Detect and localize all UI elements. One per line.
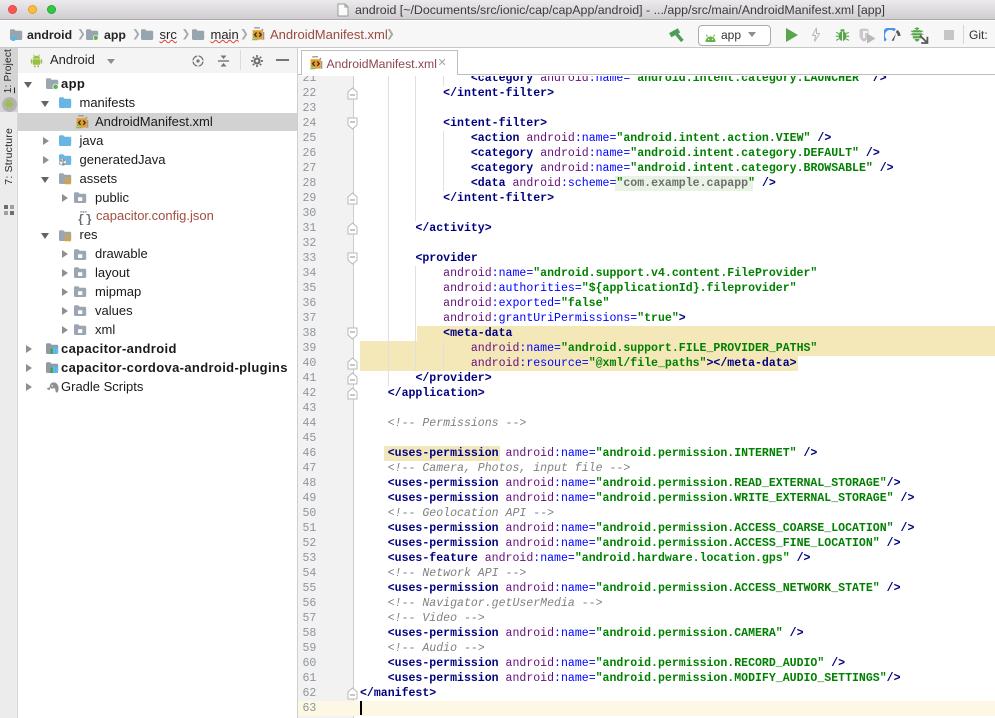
svg-text:{}: {} — [78, 214, 92, 225]
